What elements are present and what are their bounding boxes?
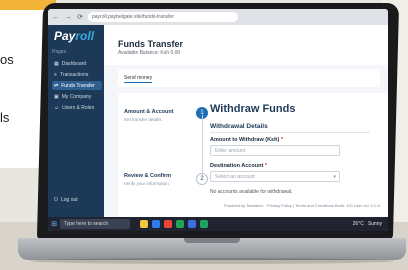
step-2-title: Review & Confirm bbox=[124, 173, 172, 179]
sidebar-item-label: Transactions bbox=[59, 71, 89, 78]
weather-condition[interactable]: Sunny bbox=[368, 221, 382, 227]
page-footer: Powered by Teamtech · Privacy Policy | T… bbox=[224, 203, 381, 208]
address-bar[interactable]: payroll.paybelgate.site/funds-transfer bbox=[88, 12, 238, 22]
page-header: Funds Transfer Available Balance: Ksh 0.… bbox=[104, 25, 388, 65]
weather-temperature[interactable]: 26°C bbox=[353, 221, 364, 227]
system-tray: 26°C Sunny bbox=[353, 221, 388, 227]
company-icon: ▣ bbox=[54, 93, 59, 100]
no-accounts-message: No accounts available for withdrawal. bbox=[210, 189, 293, 195]
transfer-card: Amount & Account Set transfer details Re… bbox=[118, 93, 388, 217]
logo-text: Pay bbox=[54, 29, 76, 43]
required-mark: * bbox=[264, 163, 267, 169]
tab-send-money[interactable]: Send money bbox=[124, 75, 153, 83]
taskbar-search[interactable]: Type here to search bbox=[60, 219, 130, 229]
transactions-icon: ≡ bbox=[54, 71, 57, 78]
word-icon[interactable] bbox=[188, 220, 196, 228]
chrome-icon[interactable] bbox=[164, 220, 172, 228]
logout-label: Log out bbox=[60, 197, 78, 203]
sidebar-item-label: Users & Roles bbox=[62, 104, 95, 111]
excel-icon[interactable] bbox=[200, 220, 208, 228]
laptop-screen: ← → ⟳ payroll.paybelgate.site/funds-tran… bbox=[48, 9, 388, 231]
back-icon[interactable]: ← bbox=[52, 14, 60, 21]
account-label: Destination Account * bbox=[210, 163, 267, 169]
sidebar-item-transactions[interactable]: ≡ Transactions bbox=[52, 70, 102, 79]
account-select-placeholder: Select an account bbox=[215, 173, 255, 180]
step-1-title: Amount & Account bbox=[124, 109, 174, 115]
main-content: Funds Transfer Available Balance: Ksh 0.… bbox=[104, 25, 388, 217]
sidebar: Payroll Pages ▦ Dashboard ≡ Transactions… bbox=[48, 25, 104, 217]
sidebar-item-users-roles[interactable]: ☺ Users & Roles bbox=[52, 103, 102, 112]
sidebar-item-my-company[interactable]: ▣ My Company bbox=[52, 92, 102, 101]
whatsapp-icon[interactable] bbox=[176, 220, 184, 228]
logo-accent-text: roll bbox=[75, 29, 95, 43]
background-text-1: os bbox=[0, 52, 14, 67]
reload-icon[interactable]: ⟳ bbox=[76, 13, 84, 21]
required-mark: * bbox=[280, 137, 283, 143]
users-icon: ☺ bbox=[54, 104, 60, 111]
sidebar-item-label: My Company bbox=[61, 93, 92, 100]
amount-label: Amount to Withdraw (Ksh) * bbox=[210, 137, 283, 143]
logout-icon: ⏻ bbox=[54, 197, 58, 203]
sidebar-item-dashboard[interactable]: ▦ Dashboard bbox=[52, 59, 102, 68]
sidebar-item-funds-transfer[interactable]: ⇄ Funds Transfer bbox=[52, 81, 102, 90]
sidebar-item-label: Dashboard bbox=[61, 60, 87, 67]
taskbar-apps bbox=[140, 220, 208, 228]
chevron-down-icon: ▾ bbox=[333, 174, 336, 180]
step-2-subtitle: Verify your information bbox=[124, 181, 169, 186]
laptop-notch bbox=[184, 238, 240, 243]
page-title: Funds Transfer bbox=[118, 39, 184, 49]
account-select[interactable]: Select an account ▾ bbox=[210, 171, 340, 182]
amount-input[interactable]: Enter amount bbox=[210, 145, 340, 156]
logout-button[interactable]: ⏻ Log out bbox=[54, 197, 78, 203]
file-explorer-icon[interactable] bbox=[140, 220, 148, 228]
tab-bar: Send money bbox=[118, 69, 380, 87]
sidebar-item-label: Funds Transfer bbox=[61, 82, 95, 89]
section-divider bbox=[210, 132, 370, 133]
mail-icon[interactable] bbox=[152, 220, 160, 228]
background-text-2: ls bbox=[0, 110, 10, 125]
available-balance: Available Balance: Ksh 0.00 bbox=[118, 50, 181, 56]
form-title: Withdraw Funds bbox=[210, 103, 296, 115]
forward-icon[interactable]: → bbox=[64, 14, 72, 21]
step-2-indicator[interactable]: 2 bbox=[196, 173, 208, 185]
step-1-subtitle: Set transfer details bbox=[124, 117, 162, 122]
laptop-shadow bbox=[30, 258, 394, 264]
amount-label-text: Amount to Withdraw (Ksh) bbox=[210, 137, 280, 143]
transfer-icon: ⇄ bbox=[54, 82, 59, 89]
taskbar: ⊞ Type here to search 26°C Sunny bbox=[48, 217, 388, 231]
stepper-connector bbox=[202, 115, 203, 177]
sidebar-section-label: Pages bbox=[52, 49, 67, 55]
browser-toolbar: ← → ⟳ payroll.paybelgate.site/funds-tran… bbox=[48, 9, 388, 25]
section-title: Withdrawal Details bbox=[210, 123, 268, 130]
app-logo[interactable]: Payroll bbox=[54, 29, 94, 43]
windows-start-icon[interactable]: ⊞ bbox=[48, 220, 60, 228]
laptop-base bbox=[18, 238, 406, 260]
account-label-text: Destination Account bbox=[210, 163, 264, 169]
dashboard-icon: ▦ bbox=[54, 60, 59, 67]
